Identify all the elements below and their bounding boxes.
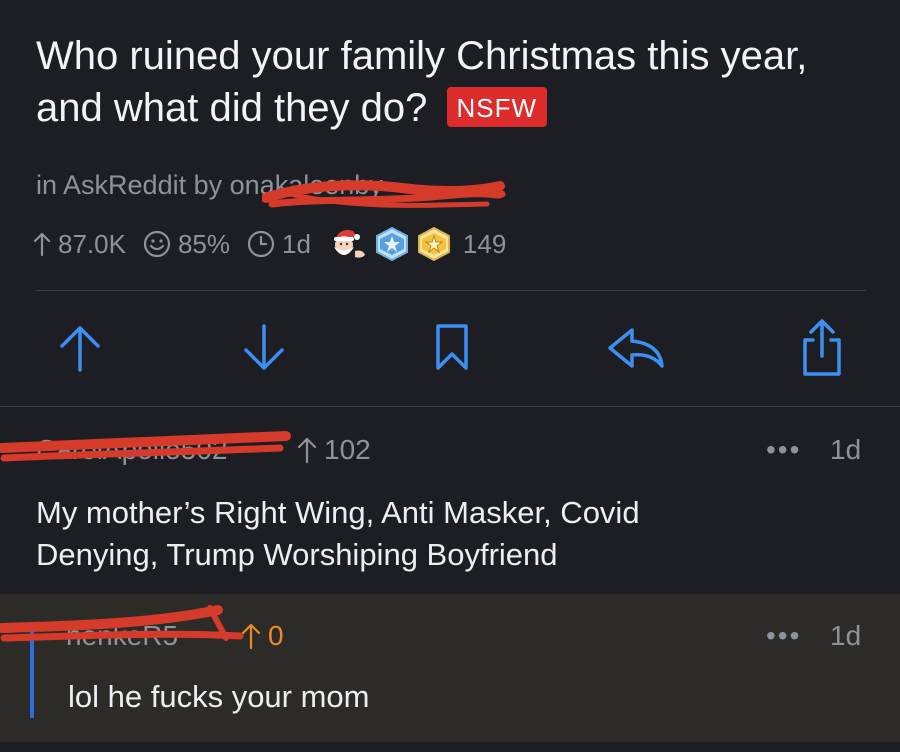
share-icon	[803, 319, 841, 376]
more-options-icon[interactable]: •••	[766, 620, 801, 652]
post-header: Who ruined your family Christmas this ye…	[0, 0, 900, 290]
comment-score-value: 0	[268, 620, 284, 651]
bottom-strip	[0, 742, 900, 752]
post-meta: in AskReddit by onakaleenby	[36, 170, 440, 201]
reply-icon	[608, 328, 664, 368]
awards[interactable]: 149	[327, 225, 506, 263]
comment-body-line: My mother’s Right Wing, Anti Masker, Cov…	[36, 495, 640, 530]
upvote-button[interactable]	[50, 318, 110, 378]
bookmark-icon	[436, 324, 468, 370]
upvote-icon	[60, 326, 100, 372]
share-button[interactable]	[792, 318, 852, 378]
comment-body: lol he fucks your mom	[68, 679, 370, 714]
stats-divider	[36, 290, 866, 291]
arrow-up-small-icon	[297, 437, 317, 464]
upvote-stat: 87.0K	[32, 229, 126, 260]
smiley-icon	[143, 230, 171, 258]
post-title-text: Who ruined your family Christmas this ye…	[36, 34, 808, 130]
comment-count: 149	[462, 228, 507, 259]
upvote-count: 87.0K	[58, 228, 126, 259]
star-award-icon	[417, 226, 450, 262]
downvote-button[interactable]	[234, 318, 294, 378]
arrow-up-small-icon	[33, 232, 51, 257]
comment-body: My mother’s Right Wing, Anti Masker, Cov…	[36, 492, 640, 576]
comment-time: 1d	[830, 620, 862, 651]
comment[interactable]: CarolApollo502 102 ••• 1d My mother’s Ri…	[0, 408, 900, 594]
comment-score: 0	[240, 620, 284, 652]
post-author-link[interactable]: onakaleenby	[230, 170, 440, 200]
santa-award-icon	[333, 230, 365, 258]
comment-score: 102	[296, 434, 371, 466]
age-stat: 1d	[246, 229, 311, 260]
by-label: by	[193, 170, 223, 200]
arrow-up-small-icon	[241, 623, 261, 650]
in-label: in	[36, 170, 58, 200]
clock-icon	[247, 230, 275, 258]
save-button[interactable]	[422, 318, 482, 378]
reply-comment[interactable]: henkeR5 0 ••• 1d lol he fucks your mom	[0, 594, 900, 742]
ratio-stat: 85%	[142, 229, 230, 260]
upvote-ratio: 85%	[177, 228, 230, 259]
comment-body-line: Denying, Trump Worshiping Boyfriend	[36, 537, 558, 572]
downvote-icon	[244, 324, 284, 370]
thread-line	[30, 624, 34, 718]
post-age: 1d	[282, 228, 311, 259]
reply-button[interactable]	[606, 318, 666, 378]
more-options-icon[interactable]: •••	[766, 434, 801, 466]
post-stats: 87.0K 85% 1d 149	[32, 224, 514, 264]
snowflake-award-icon	[375, 226, 408, 262]
nsfw-badge: NSFW	[446, 87, 548, 127]
comment-author[interactable]: CarolApollo502	[36, 434, 227, 466]
comment-score-value: 102	[324, 434, 371, 465]
post-author: onakaleenby	[229, 170, 383, 200]
post-title[interactable]: Who ruined your family Christmas this ye…	[36, 30, 856, 134]
post-action-bar	[0, 300, 900, 400]
actions-divider	[0, 406, 900, 407]
comment-author[interactable]: henkeR5	[66, 620, 178, 652]
subreddit-link[interactable]: AskReddit	[63, 170, 186, 200]
comment-time: 1d	[830, 434, 862, 465]
